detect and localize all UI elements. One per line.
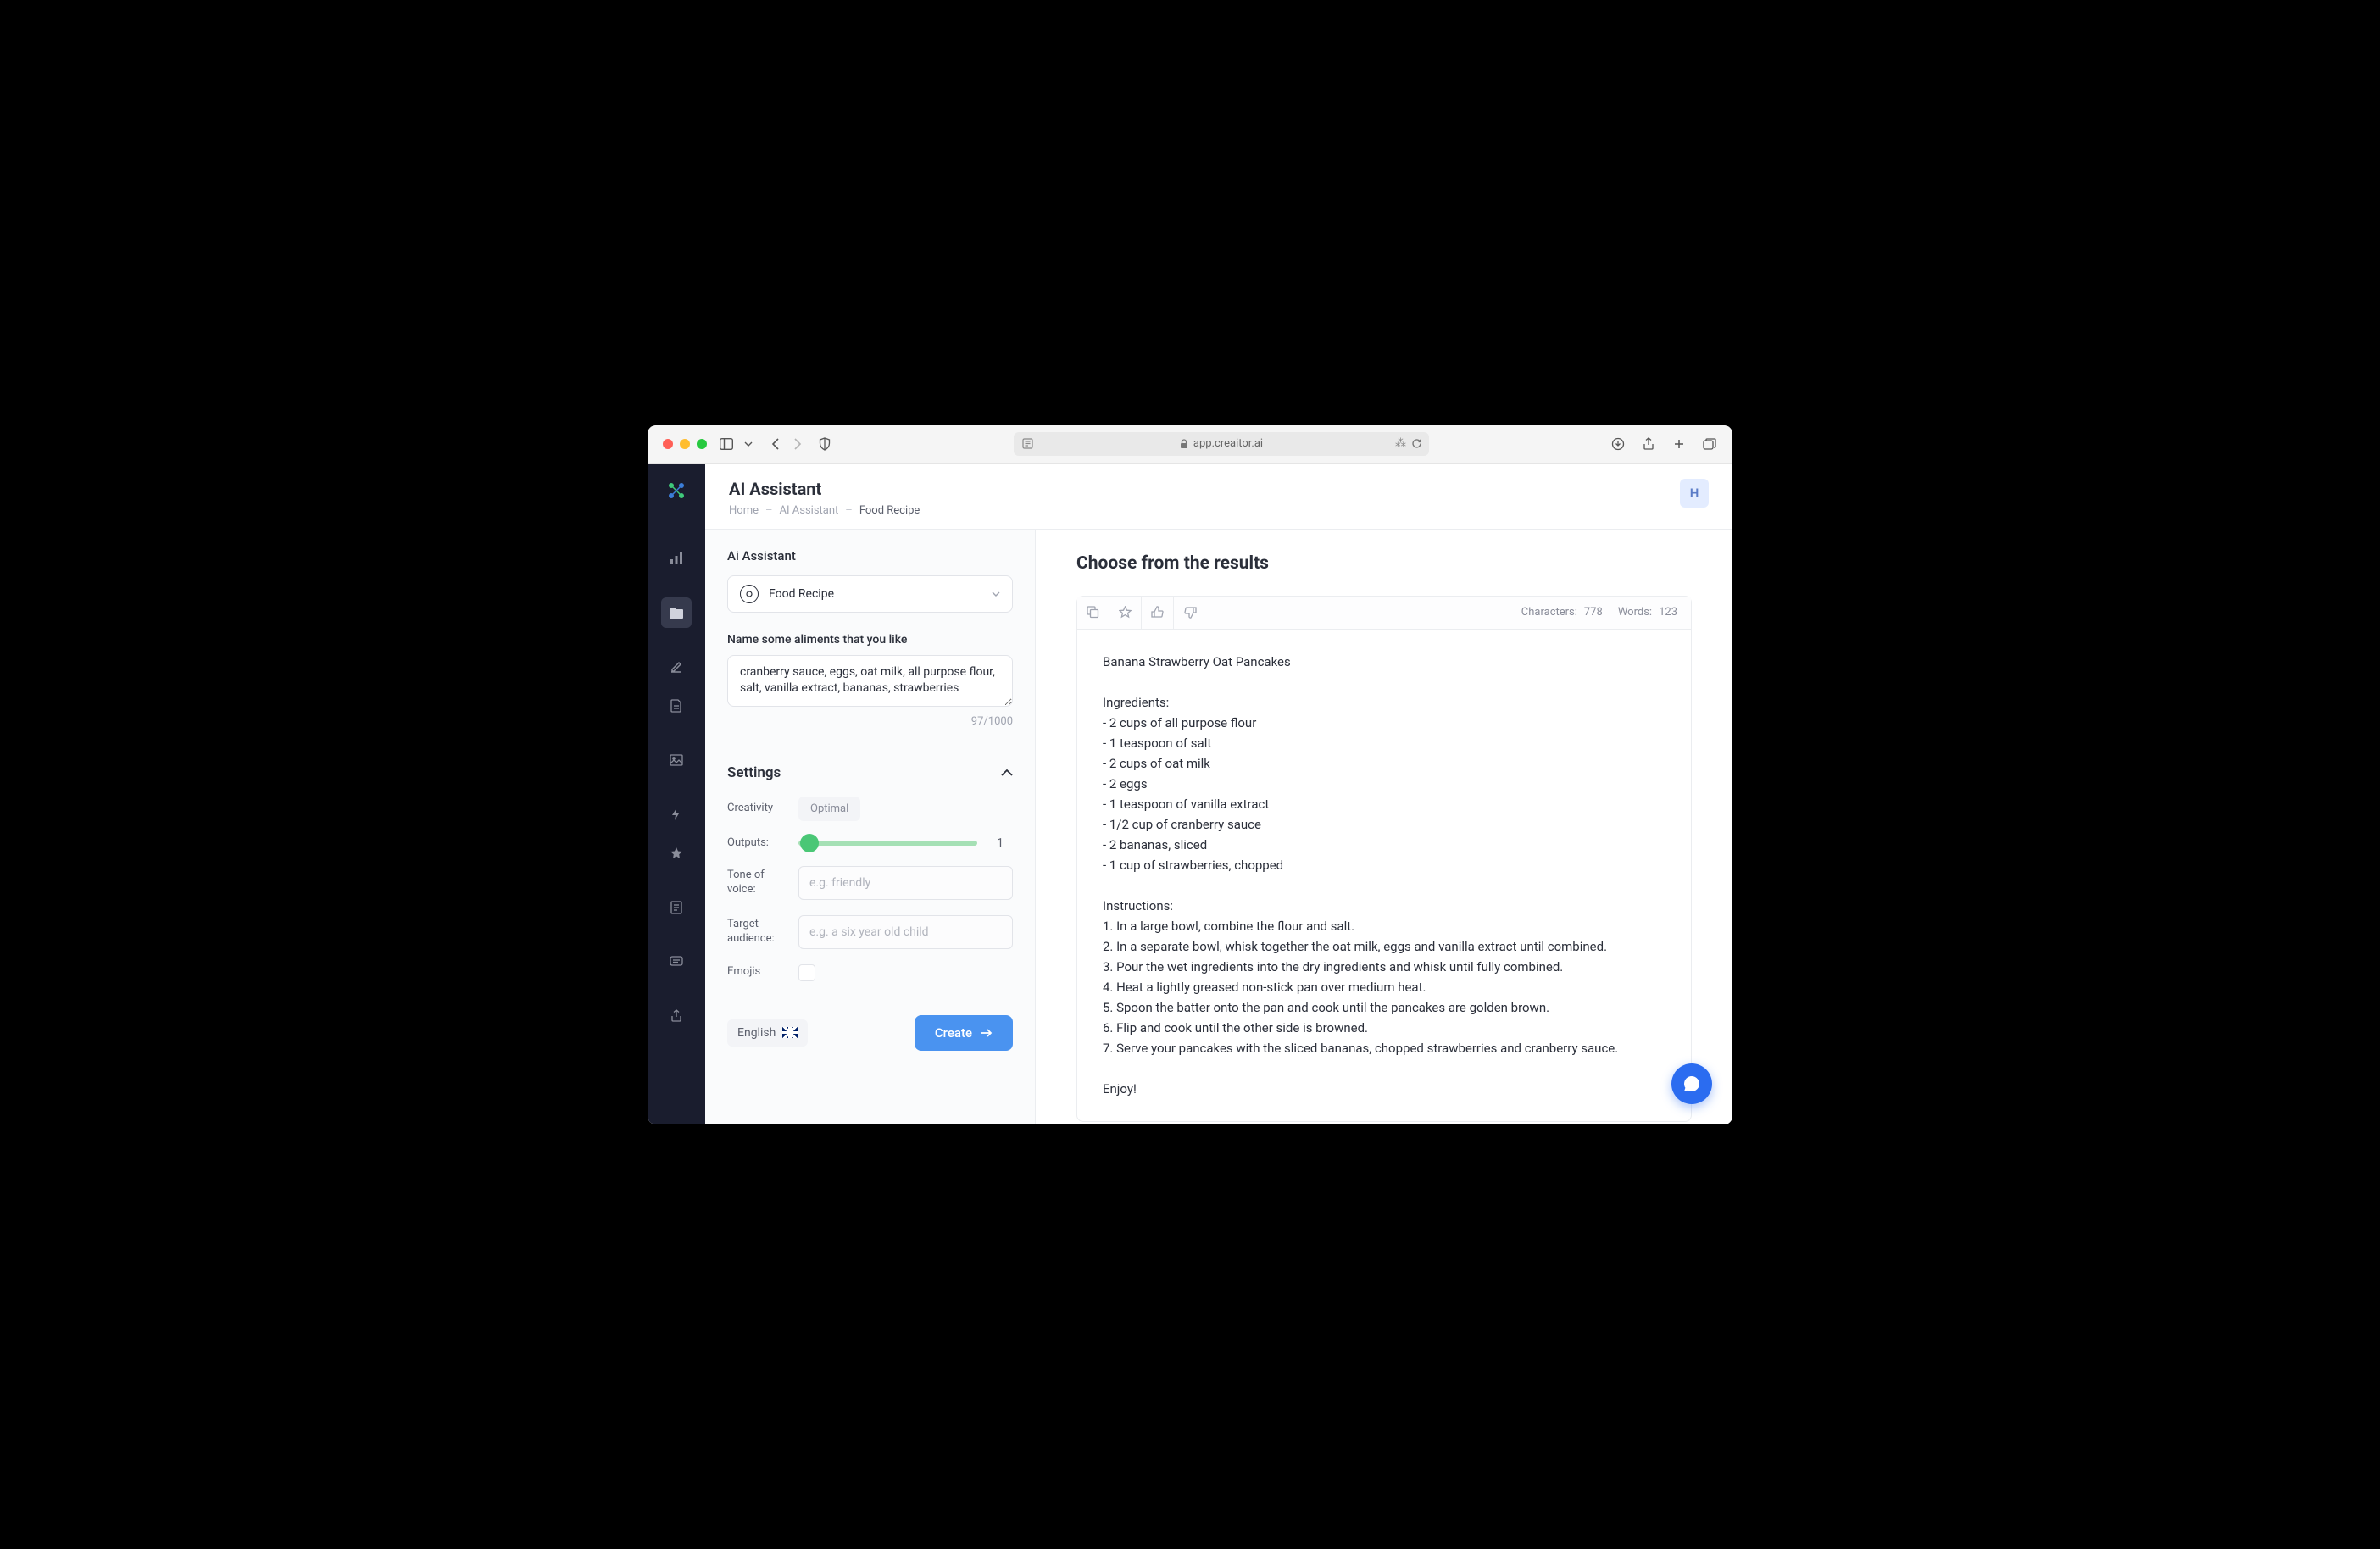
shield-icon[interactable]: [817, 436, 832, 452]
new-tab-icon[interactable]: [1671, 436, 1687, 452]
words-stat: Words: 123: [1618, 606, 1677, 619]
outputs-label: Outputs:: [727, 836, 788, 851]
sidebar-item-image[interactable]: [661, 745, 692, 775]
lock-icon: [1180, 439, 1188, 449]
sidebar-item-favorites[interactable]: [661, 838, 692, 869]
avatar[interactable]: H: [1680, 479, 1709, 508]
results-title: Choose from the results: [1076, 553, 1692, 574]
emojis-checkbox[interactable]: [798, 964, 815, 981]
chevron-down-icon: [992, 591, 1000, 597]
prompt-input[interactable]: [727, 655, 1013, 707]
tabs-icon[interactable]: [1702, 436, 1717, 452]
sidebar-item-editor[interactable]: [661, 652, 692, 682]
share-icon[interactable]: [1641, 436, 1656, 452]
thumbs-up-button[interactable]: [1142, 597, 1174, 629]
result-toolbar: Characters: 778 Words: 123: [1077, 597, 1691, 630]
slider-thumb[interactable]: [800, 834, 819, 852]
outputs-value: 1: [987, 836, 1013, 850]
language-selector[interactable]: English: [727, 1019, 808, 1047]
reader-icon[interactable]: [1022, 438, 1033, 449]
language-label: English: [737, 1026, 776, 1040]
window-controls: [663, 439, 707, 449]
browser-chrome: app.creaitor.ai ⁂: [648, 425, 1732, 464]
breadcrumb-assistant[interactable]: AI Assistant: [780, 504, 839, 517]
sidebar-item-power[interactable]: [661, 799, 692, 830]
arrow-right-icon: [981, 1029, 993, 1037]
breadcrumb-current: Food Recipe: [859, 504, 920, 517]
input-panel: Ai Assistant Food Recipe Name some alime…: [705, 530, 1036, 1124]
sidebar-item-export[interactable]: [661, 1001, 692, 1031]
forward-button[interactable]: [790, 436, 805, 452]
assistant-section-label: Ai Assistant: [727, 548, 1013, 564]
page-title: AI Assistant: [729, 479, 920, 499]
favorite-button[interactable]: [1109, 597, 1142, 629]
emojis-label: Emojis: [727, 965, 788, 980]
sidebar-item-analytics[interactable]: [661, 543, 692, 574]
download-icon[interactable]: [1610, 436, 1626, 452]
result-card: Characters: 778 Words: 123 Banana Strawb…: [1076, 596, 1692, 1122]
translate-icon[interactable]: ⁂: [1395, 437, 1406, 450]
settings-toggle[interactable]: Settings: [727, 764, 1013, 781]
results-panel: Choose from the results: [1036, 530, 1732, 1124]
template-select[interactable]: Food Recipe: [727, 575, 1013, 613]
sidebar-item-document[interactable]: [661, 691, 692, 721]
audience-label: Target audience:: [727, 918, 788, 947]
minimize-window-button[interactable]: [680, 439, 690, 449]
app-logo[interactable]: [665, 479, 688, 502]
result-body[interactable]: Banana Strawberry Oat Pancakes Ingredien…: [1077, 630, 1691, 1121]
flag-uk-icon: [782, 1027, 798, 1038]
help-chat-button[interactable]: [1671, 1063, 1712, 1104]
create-button[interactable]: Create: [915, 1015, 1013, 1051]
food-recipe-icon: [740, 585, 759, 603]
characters-stat: Characters: 778: [1521, 606, 1603, 619]
refresh-icon[interactable]: [1411, 438, 1422, 449]
chevron-up-icon: [1001, 769, 1013, 776]
creativity-value[interactable]: Optimal: [798, 797, 860, 821]
page-header: AI Assistant Home – AI Assistant – Food …: [705, 464, 1732, 530]
settings-title: Settings: [727, 764, 781, 781]
chevron-down-icon[interactable]: [741, 436, 756, 452]
breadcrumb-home[interactable]: Home: [729, 504, 759, 517]
prompt-label: Name some aliments that you like: [727, 633, 1013, 647]
thumbs-down-button[interactable]: [1174, 597, 1206, 629]
sidebar-item-docs[interactable]: [661, 892, 692, 923]
address-bar[interactable]: app.creaitor.ai ⁂: [1014, 432, 1429, 456]
tone-label: Tone of voice:: [727, 869, 788, 897]
sidebar: [648, 464, 705, 1124]
copy-button[interactable]: [1077, 597, 1109, 629]
char-count: 97/1000: [727, 715, 1013, 728]
outputs-slider[interactable]: [798, 841, 977, 846]
template-select-value: Food Recipe: [769, 587, 834, 601]
audience-input[interactable]: [798, 915, 1013, 949]
sidebar-toggle-icon[interactable]: [719, 436, 734, 452]
tone-input[interactable]: [798, 866, 1013, 900]
sidebar-item-chat[interactable]: [661, 947, 692, 977]
back-button[interactable]: [768, 436, 783, 452]
close-window-button[interactable]: [663, 439, 673, 449]
create-button-label: Create: [935, 1025, 972, 1041]
breadcrumb: Home – AI Assistant – Food Recipe: [729, 504, 920, 517]
creativity-label: Creativity: [727, 802, 788, 816]
maximize-window-button[interactable]: [697, 439, 707, 449]
url-text: app.creaitor.ai: [1193, 437, 1263, 450]
sidebar-item-templates[interactable]: [661, 597, 692, 628]
